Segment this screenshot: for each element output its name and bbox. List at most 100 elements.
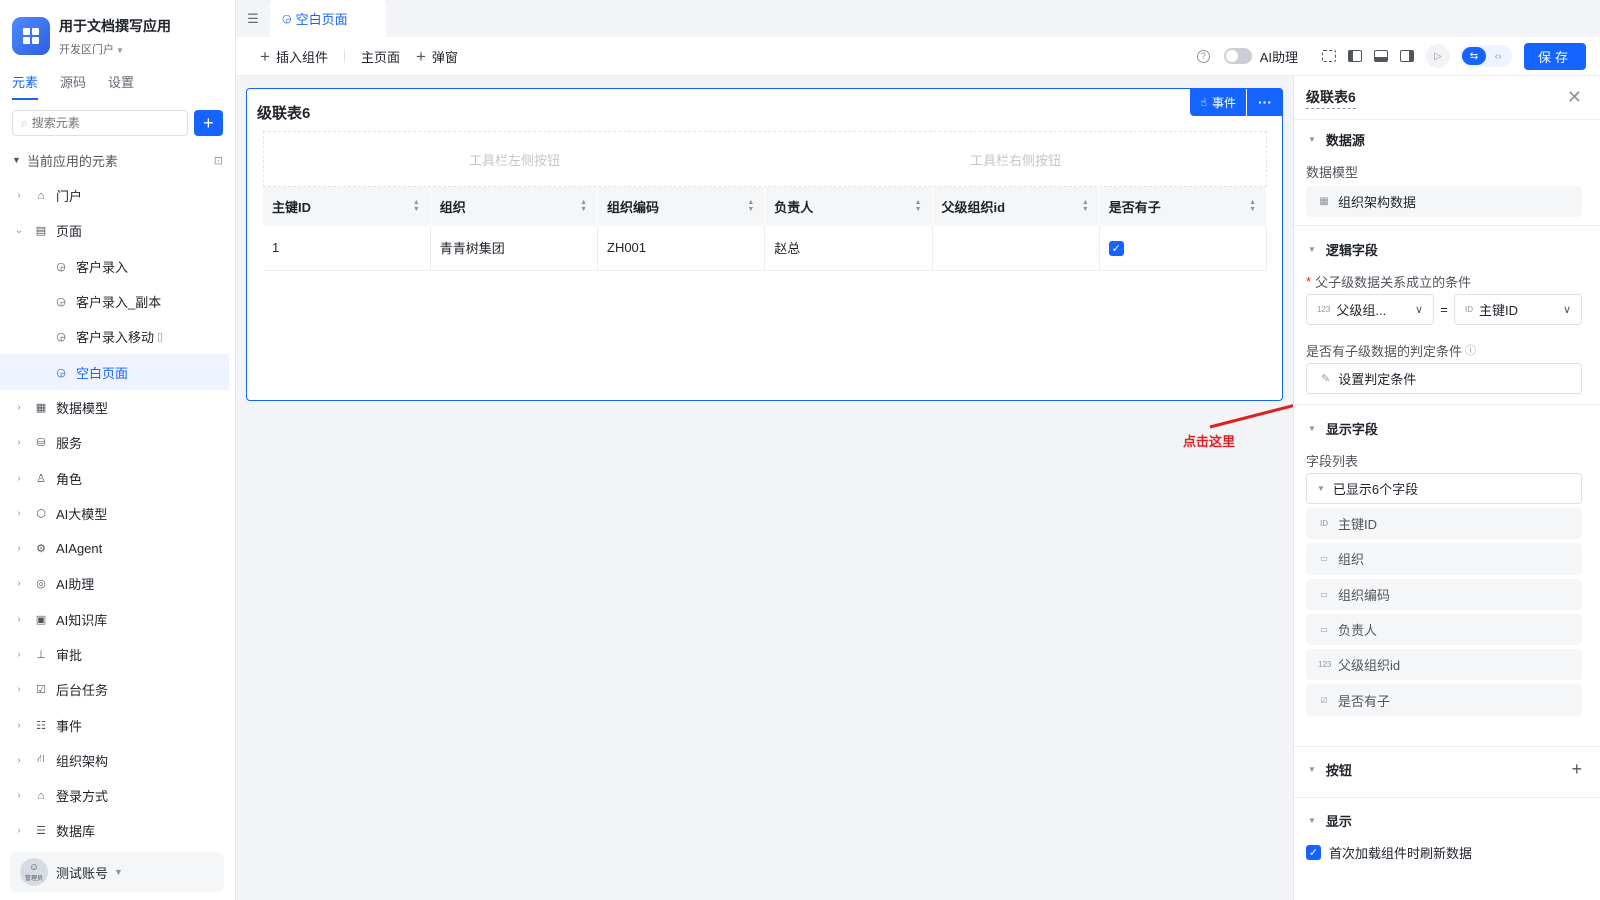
field-item-org-code[interactable]: ▭ 组织编码 [1306, 578, 1582, 610]
layout-right-panel-icon[interactable] [1400, 50, 1414, 62]
column-header[interactable]: 是否有子 ▲ ▼ [1099, 187, 1268, 226]
condition-label-text: 父子级数据关系成立的条件 [1315, 274, 1472, 290]
visual-mode-icon[interactable]: ⇆ [1462, 47, 1486, 65]
column-header[interactable]: 组织编码 ▲ ▼ [597, 187, 766, 226]
help-icon[interactable]: ? [1196, 49, 1210, 63]
toolbar-left-slot[interactable]: 工具栏左侧按钮 [264, 132, 765, 186]
tab-source[interactable]: 源码 [60, 72, 86, 100]
sidebar-item-customer-entry[interactable]: ◶ 客户录入 [0, 249, 235, 284]
mode-switch[interactable]: ⇆ ‹› [1460, 45, 1512, 67]
sidebar-item-roles[interactable]: › ♙ 角色 [0, 460, 235, 495]
current-app-elements-header[interactable]: ▼ 当前应用的元素 ⊡ [0, 142, 235, 178]
field-item-org[interactable]: ▭ 组织 [1306, 543, 1582, 575]
column-header[interactable]: 主键ID ▲ ▼ [263, 187, 431, 226]
layout-grid-icon[interactable] [1322, 50, 1336, 62]
condition-right-select[interactable]: ID 主键ID ∨ [1454, 294, 1582, 325]
data-model-field[interactable]: ▦ 组织架构数据 [1306, 186, 1582, 217]
code-mode-icon[interactable]: ‹› [1486, 47, 1510, 65]
field-item-has-child[interactable]: ☑ 是否有子 [1306, 684, 1582, 716]
select-value: 父级组... [1336, 303, 1387, 318]
locate-icon[interactable]: ⊡ [214, 154, 223, 167]
sidebar-item-ai-assistant[interactable]: › ◎ AI助理 [0, 566, 235, 601]
table-cell: 赵总 [764, 226, 933, 271]
column-header[interactable]: 父级组织id ▲ ▼ [932, 187, 1100, 226]
toolbar-right-slot[interactable]: 工具栏右侧按钮 [765, 132, 1266, 186]
table-row[interactable]: 1 青青树集团 ZH001 赵总 ✓ [263, 226, 1268, 271]
close-icon[interactable]: ✕ [1567, 87, 1582, 108]
tab-settings[interactable]: 设置 [108, 72, 134, 100]
preview-play-icon[interactable]: ▷ [1426, 44, 1450, 68]
tab-blank-page[interactable]: ◶ 空白页面 [270, 0, 386, 37]
ai-assistant-toggle[interactable] [1223, 48, 1252, 64]
insert-component-button[interactable]: + 插入组件 [260, 47, 328, 66]
sidebar-item-events[interactable]: › ☷ 事件 [0, 707, 235, 742]
sidebar-item-database[interactable]: › ☰ 数据库 [0, 813, 235, 848]
sidebar-item-customer-entry-copy[interactable]: ◶ 客户录入_副本 [0, 284, 235, 319]
chevron-right-icon: › [17, 578, 21, 590]
sidebar-item-ai-knowledge[interactable]: › ▣ AI知识库 [0, 602, 235, 637]
section-buttons[interactable]: ▼ 按钮 + [1294, 755, 1600, 785]
section-title: 当前应用的元素 [26, 153, 118, 169]
app-logo-icon[interactable] [12, 17, 50, 55]
sidebar-item-portal[interactable]: › ⌂ 门户 [0, 178, 235, 213]
column-header[interactable]: 负责人 ▲ ▼ [764, 187, 933, 226]
sidebar-item-login-methods[interactable]: › ⌂ 登录方式 [0, 778, 235, 813]
cascade-table-widget[interactable]: 级联表6 ☝ 事件 ··· 工具栏左侧按钮 工具栏右侧按钮 主键ID ▲ ▼ 组织 ▲ ▼… [246, 88, 1283, 401]
avatar: ☺ 管理员 [20, 858, 48, 886]
avatar-icon: ☺ [28, 862, 40, 873]
sidebar-item-services[interactable]: › ⛁ 服务 [0, 425, 235, 460]
section-display[interactable]: ▼ 显示 [1294, 806, 1600, 836]
field-item-owner[interactable]: ▭ 负责人 [1306, 613, 1582, 646]
field-item-parent-id[interactable]: 123 父级组织id [1306, 649, 1582, 681]
condition-left-select[interactable]: 123 父级组... ∨ [1306, 294, 1434, 325]
sort-icon[interactable]: ▲ ▼ [1249, 199, 1256, 213]
sidebar-item-blank-page[interactable]: ◶ 空白页面 [0, 354, 229, 390]
layout-left-panel-icon[interactable] [1348, 50, 1362, 62]
section-logic-fields[interactable]: ▼ 逻辑字段 [1294, 234, 1600, 264]
collapse-sidebar-icon[interactable]: ☰ [236, 0, 270, 37]
add-element-button[interactable]: + [193, 110, 223, 136]
sidebar-item-approval[interactable]: › ⊥ 审批 [0, 637, 235, 672]
caret-down-icon: ▼ [1308, 423, 1316, 433]
sidebar-item-label: 后台任务 [56, 683, 109, 699]
save-button[interactable]: 保存 [1524, 42, 1586, 70]
section-datasource[interactable]: ▼ 数据源 [1294, 124, 1600, 154]
section-display-fields[interactable]: ▼ 显示字段 [1294, 413, 1600, 443]
sidebar-item-ai-model[interactable]: › ⬡ AI大模型 [0, 496, 235, 531]
sort-icon[interactable]: ▲ ▼ [580, 199, 587, 213]
more-icon[interactable]: ··· [1247, 88, 1283, 116]
popup-button[interactable]: + 弹窗 [416, 47, 458, 66]
plus-icon[interactable]: + [1571, 759, 1582, 780]
search-input[interactable] [31, 116, 187, 130]
sidebar-item-ai-agent[interactable]: › ⚙ AIAgent [0, 531, 235, 566]
sidebar-item-label: AI知识库 [56, 612, 108, 628]
info-icon[interactable]: ⓘ [1465, 342, 1476, 358]
button-label: 设置判定条件 [1338, 372, 1417, 387]
has-child-checkbox[interactable]: ✓ [1108, 240, 1124, 256]
fields-shown-dropdown[interactable]: ▼ 已显示6个字段 [1306, 473, 1582, 504]
sidebar-item-org-structure[interactable]: › ⛙ 组织架构 [0, 743, 235, 778]
sidebar-item-background-tasks[interactable]: › ☑ 后台任务 [0, 672, 235, 707]
column-header[interactable]: 组织 ▲ ▼ [430, 187, 599, 226]
sort-icon[interactable]: ▲ ▼ [747, 199, 754, 213]
event-button[interactable]: ☝ 事件 [1190, 88, 1246, 116]
sidebar-item-customer-entry-mobile[interactable]: ◶ 客户录入移动 ▯ [0, 319, 235, 354]
condition-operator: = [1440, 302, 1448, 317]
portal-selector[interactable]: 开发区门户 ▼ [59, 41, 171, 57]
layout-bottom-panel-icon[interactable] [1374, 50, 1388, 62]
field-item-id[interactable]: ID 主键ID [1306, 508, 1582, 540]
chevron-right-icon: › [17, 719, 21, 731]
main-page-button[interactable]: 主页面 [361, 47, 400, 66]
panel-title[interactable]: 级联表6 [1306, 87, 1356, 109]
sort-icon[interactable]: ▲ ▼ [1082, 199, 1089, 213]
sidebar-item-data-model[interactable]: › ▦ 数据模型 [0, 390, 235, 425]
checkbox-checked[interactable]: ✓ [1306, 845, 1321, 861]
sidebar-item-pages[interactable]: ⌄ ▤ 页面 [0, 213, 235, 248]
tab-elements[interactable]: 元素 [12, 72, 39, 100]
sort-icon[interactable]: ▲ ▼ [413, 199, 420, 213]
column-label: 组织 [439, 200, 466, 215]
set-condition-button[interactable]: ✎ 设置判定条件 [1306, 363, 1582, 394]
sort-icon[interactable]: ▲ ▼ [915, 199, 922, 213]
reload-on-first-load-option[interactable]: ✓ 首次加载组件时刷新数据 [1294, 840, 1600, 866]
user-menu[interactable]: ☺ 管理员 测试账号 ▼ [10, 852, 224, 892]
